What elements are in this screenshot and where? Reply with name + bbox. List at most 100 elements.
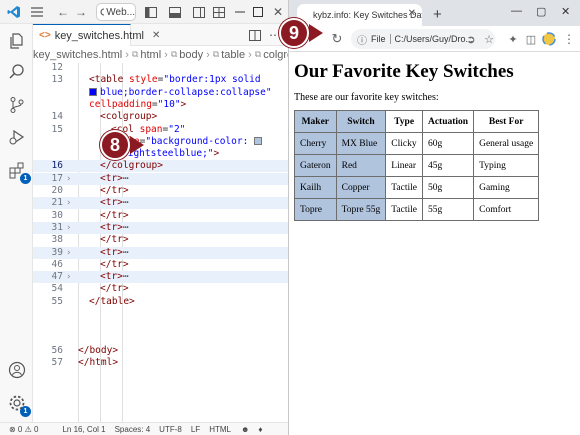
code-line[interactable]: 46 </tr> bbox=[33, 259, 288, 271]
line-number: 20 bbox=[51, 185, 63, 196]
explorer-icon[interactable] bbox=[6, 30, 28, 52]
back-arrow-icon[interactable]: ← bbox=[56, 4, 70, 20]
code-line[interactable]: 57 </html> bbox=[33, 357, 288, 369]
toggle-panel-icon[interactable] bbox=[168, 4, 182, 20]
source-control-icon[interactable] bbox=[6, 94, 28, 116]
code-line[interactable] bbox=[33, 320, 288, 332]
code-line[interactable]: cellpadding="10"> bbox=[33, 99, 288, 111]
code-line[interactable]: blue;border-collapse:collapse" bbox=[33, 87, 288, 99]
code-line[interactable]: 15 <col span="2" bbox=[33, 124, 288, 136]
code-text: </tr> bbox=[100, 234, 129, 246]
code-line[interactable]: 14 <colgroup> bbox=[33, 111, 288, 123]
chrome-menu-icon[interactable]: ⋮ bbox=[561, 31, 577, 47]
code-line[interactable]: 16 </colgroup> bbox=[33, 160, 288, 173]
code-editor[interactable]: 12 13 <table style="border:1px solid blue;b… bbox=[33, 63, 288, 422]
line-number: 57 bbox=[51, 357, 63, 369]
tab-key-switches[interactable]: <> key_switches.html ✕ bbox=[33, 24, 160, 46]
code-line[interactable] bbox=[33, 308, 288, 320]
page-intro: These are our favorite key switches: bbox=[294, 92, 439, 103]
minimize-icon[interactable] bbox=[234, 4, 246, 20]
extensions-icon[interactable]: 1 bbox=[6, 159, 31, 184]
code-line[interactable]: 47 › <tr>⋯ bbox=[33, 271, 288, 284]
split-editor-icon[interactable] bbox=[247, 27, 263, 43]
breadcrumb-item[interactable]: key_switches.html bbox=[33, 49, 122, 61]
color-swatch[interactable] bbox=[254, 136, 263, 145]
share-icon[interactable]: ➲ bbox=[463, 31, 479, 47]
command-center-search[interactable]: Web... bbox=[96, 3, 136, 21]
vscode-window: ← → Web... ✕ 1 1 <> key_switches.html ✕ … bbox=[0, 0, 288, 435]
fold-chevron-icon[interactable]: › bbox=[66, 271, 71, 283]
accounts-icon[interactable] bbox=[6, 359, 28, 381]
code-line[interactable]: 13 <table style="border:1px solid bbox=[33, 74, 288, 86]
table-cell: Red bbox=[335, 154, 387, 177]
status-language[interactable]: HTML bbox=[209, 425, 231, 434]
code-line[interactable]: 17 › <tr>⋯ bbox=[33, 172, 288, 185]
breadcrumb-separator-icon: › bbox=[248, 48, 252, 61]
side-panel-icon[interactable]: ◫ bbox=[523, 31, 539, 47]
search-view-icon[interactable] bbox=[6, 61, 28, 83]
extensions-puzzle-icon[interactable]: ✦ bbox=[505, 31, 521, 47]
chrome-maximize-icon[interactable]: ▢ bbox=[536, 5, 546, 18]
info-icon[interactable]: ⓘ bbox=[357, 32, 367, 47]
code-line[interactable]: 56 </body> bbox=[33, 345, 288, 357]
code-line[interactable]: 12 bbox=[33, 63, 288, 74]
close-browser-tab-icon[interactable]: ✕ bbox=[408, 8, 416, 19]
status-spaces[interactable]: Spaces: 4 bbox=[115, 425, 151, 434]
status-eol[interactable]: LF bbox=[191, 425, 200, 434]
close-window-icon[interactable]: ✕ bbox=[272, 4, 284, 20]
fold-chevron-icon[interactable]: › bbox=[66, 247, 71, 259]
fold-chevron-icon[interactable]: › bbox=[66, 197, 71, 209]
code-line[interactable]: style="background-color: bbox=[33, 136, 288, 148]
code-line[interactable]: 39 › <tr>⋯ bbox=[33, 246, 288, 259]
status-problems[interactable]: ⊗ 0 ⚠ 0 bbox=[9, 425, 38, 434]
fold-chevron-icon[interactable]: › bbox=[66, 173, 71, 185]
reload-icon[interactable]: ↻ bbox=[329, 31, 345, 47]
code-line[interactable]: 20 </tr> bbox=[33, 185, 288, 197]
profile-avatar[interactable] bbox=[541, 31, 557, 47]
table-cell: Gateron bbox=[294, 154, 337, 177]
fold-chevron-icon[interactable]: › bbox=[66, 222, 71, 234]
code-line[interactable]: 31 › <tr>⋯ bbox=[33, 221, 288, 234]
status-encoding[interactable]: UTF-8 bbox=[159, 425, 182, 434]
table-cell: Typing bbox=[473, 154, 540, 177]
chrome-minimize-icon[interactable]: — bbox=[511, 5, 522, 17]
code-line[interactable]: 54 </tr> bbox=[33, 283, 288, 295]
browser-tab[interactable]: kybz.info: Key Switches Data ✕ bbox=[297, 4, 422, 26]
table-cell: Linear bbox=[385, 154, 423, 177]
breadcrumb-item[interactable]: body bbox=[179, 49, 203, 61]
code-line[interactable] bbox=[33, 333, 288, 345]
menu-icon[interactable] bbox=[30, 4, 44, 20]
table-row: Gateron Red Linear 45g Typing bbox=[294, 154, 540, 177]
code-line[interactable]: 55 </table> bbox=[33, 296, 288, 308]
web-page-content: Our Favorite Key Switches These are our … bbox=[289, 52, 580, 435]
code-line[interactable]: 30 </tr> bbox=[33, 210, 288, 222]
code-line[interactable]: lightsteelblue;"> bbox=[33, 148, 288, 160]
editor-tab-bar: <> key_switches.html ✕ ⋯ bbox=[33, 24, 288, 46]
toggle-secondary-sidebar-icon[interactable] bbox=[192, 4, 206, 20]
color-swatch[interactable] bbox=[89, 87, 97, 96]
run-debug-icon[interactable] bbox=[6, 126, 28, 148]
table-cell: Comfort bbox=[473, 198, 540, 221]
table-cell: 45g bbox=[421, 154, 475, 177]
table-cell: 55g bbox=[421, 198, 475, 221]
maximize-icon[interactable] bbox=[252, 4, 264, 20]
status-position[interactable]: Ln 16, Col 1 bbox=[62, 425, 105, 434]
breadcrumb-item[interactable]: table bbox=[221, 49, 245, 61]
toggle-sidebar-icon[interactable] bbox=[144, 4, 158, 20]
copilot-icon[interactable]: ☻ bbox=[241, 425, 249, 434]
bookmark-star-icon[interactable]: ☆ bbox=[481, 31, 497, 47]
table-cell: 50g bbox=[421, 176, 475, 199]
manage-gear-icon[interactable]: 1 bbox=[6, 392, 31, 417]
customize-layout-icon[interactable] bbox=[212, 4, 226, 20]
code-line[interactable]: 21 › <tr>⋯ bbox=[33, 197, 288, 210]
breadcrumb-item[interactable]: colgroup bbox=[263, 49, 288, 61]
close-tab-icon[interactable]: ✕ bbox=[152, 30, 160, 41]
breadcrumb-item[interactable]: html bbox=[140, 49, 161, 61]
chrome-close-icon[interactable]: ✕ bbox=[561, 5, 570, 18]
notifications-bell-icon[interactable]: ♦ bbox=[258, 425, 262, 434]
code-line[interactable]: 38 </tr> bbox=[33, 234, 288, 246]
new-tab-icon[interactable]: + bbox=[433, 6, 442, 23]
line-number: 17 bbox=[51, 172, 63, 184]
forward-arrow-icon[interactable]: → bbox=[74, 4, 88, 20]
code-text: </tr> bbox=[100, 283, 129, 295]
